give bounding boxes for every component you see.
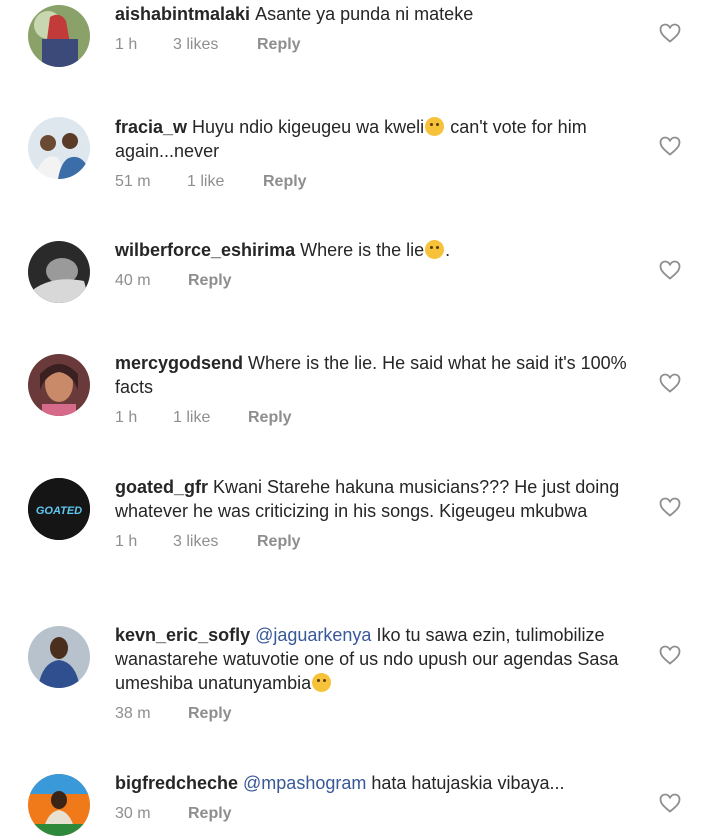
comment-text: wilberforce_eshirima Where is the lie. bbox=[115, 238, 635, 262]
comment-time: 40 m bbox=[115, 272, 151, 289]
avatar[interactable] bbox=[28, 241, 90, 303]
reply-button[interactable]: Reply bbox=[263, 173, 307, 191]
heart-outline-icon[interactable] bbox=[658, 134, 682, 158]
comment-body: Huyu ndio kigeugeu wa kweli bbox=[192, 117, 425, 137]
likes-count[interactable]: 1 like bbox=[187, 173, 263, 191]
comment-time: 1 h bbox=[115, 409, 138, 426]
reply-button[interactable]: Reply bbox=[257, 36, 301, 54]
username-link[interactable]: bigfredcheche bbox=[115, 773, 238, 793]
username-link[interactable]: fracia_w bbox=[115, 117, 187, 137]
comment-text: mercygodsend Where is the lie. He said wh… bbox=[115, 351, 635, 399]
hushed-face-emoji bbox=[425, 117, 445, 136]
comment-body: hata hatujaskia vibaya... bbox=[366, 773, 565, 793]
avatar[interactable] bbox=[28, 626, 90, 688]
avatar[interactable] bbox=[28, 774, 90, 836]
likes-count[interactable]: 3 likes bbox=[173, 533, 257, 551]
heart-outline-icon[interactable] bbox=[658, 21, 682, 45]
comment-text: kevn_eric_sofly @jaguarkenya Iko tu sawa … bbox=[115, 623, 635, 695]
comment-meta: 30 m Reply bbox=[115, 805, 635, 823]
avatar[interactable] bbox=[28, 354, 90, 416]
comment-meta: 1 h 3 likes Reply bbox=[115, 36, 635, 54]
comment-text: fracia_w Huyu ndio kigeugeu wa kweli can'… bbox=[115, 115, 635, 163]
mention-link[interactable]: @jaguarkenya bbox=[255, 625, 371, 645]
comment-meta: 51 m 1 like Reply bbox=[115, 173, 635, 191]
avatar[interactable] bbox=[28, 5, 90, 67]
comment-time: 38 m bbox=[115, 705, 151, 722]
heart-outline-icon[interactable] bbox=[658, 643, 682, 667]
reply-button[interactable]: Reply bbox=[257, 533, 301, 551]
comment-meta: 1 h 1 like Reply bbox=[115, 409, 635, 427]
heart-outline-icon[interactable] bbox=[658, 791, 682, 815]
username-link[interactable]: aishabintmalaki bbox=[115, 4, 250, 24]
reply-button[interactable]: Reply bbox=[248, 409, 292, 427]
comment-time: 30 m bbox=[115, 805, 151, 822]
reply-button[interactable]: Reply bbox=[188, 272, 232, 290]
likes-count[interactable]: 1 like bbox=[173, 409, 248, 427]
heart-outline-icon[interactable] bbox=[658, 371, 682, 395]
comment-text: goated_gfr Kwani Starehe hakuna musicians… bbox=[115, 475, 635, 523]
comment-text: aishabintmalaki Asante ya punda ni mateke bbox=[115, 2, 635, 26]
heart-outline-icon[interactable] bbox=[658, 495, 682, 519]
goated-logo-text: GOATED bbox=[36, 505, 82, 517]
reply-button[interactable]: Reply bbox=[188, 805, 232, 823]
comment-time: 51 m bbox=[115, 173, 151, 190]
avatar[interactable] bbox=[28, 117, 90, 179]
username-link[interactable]: kevn_eric_sofly bbox=[115, 625, 250, 645]
comment-body: Where is the lie bbox=[300, 240, 425, 260]
reply-button[interactable]: Reply bbox=[188, 705, 232, 723]
comment-meta: 1 h 3 likes Reply bbox=[115, 533, 635, 551]
comment-time: 1 h bbox=[115, 36, 138, 53]
crying-face-emoji bbox=[425, 240, 445, 259]
comment-body-trail: . bbox=[445, 240, 451, 260]
comment-meta: 40 m Reply bbox=[115, 272, 635, 290]
username-link[interactable]: goated_gfr bbox=[115, 477, 208, 497]
heart-outline-icon[interactable] bbox=[658, 258, 682, 282]
comment-text: bigfredcheche @mpashogram hata hatujaskia… bbox=[115, 771, 635, 795]
username-link[interactable]: mercygodsend bbox=[115, 353, 243, 373]
mention-link[interactable]: @mpashogram bbox=[243, 773, 366, 793]
comment-meta: 38 m Reply bbox=[115, 705, 635, 723]
comment-body: Asante ya punda ni mateke bbox=[255, 4, 474, 24]
likes-count[interactable]: 3 likes bbox=[173, 36, 257, 54]
comment-time: 1 h bbox=[115, 533, 138, 550]
username-link[interactable]: wilberforce_eshirima bbox=[115, 240, 295, 260]
thinking-face-emoji bbox=[312, 673, 332, 692]
avatar[interactable]: GOATED bbox=[28, 478, 90, 540]
